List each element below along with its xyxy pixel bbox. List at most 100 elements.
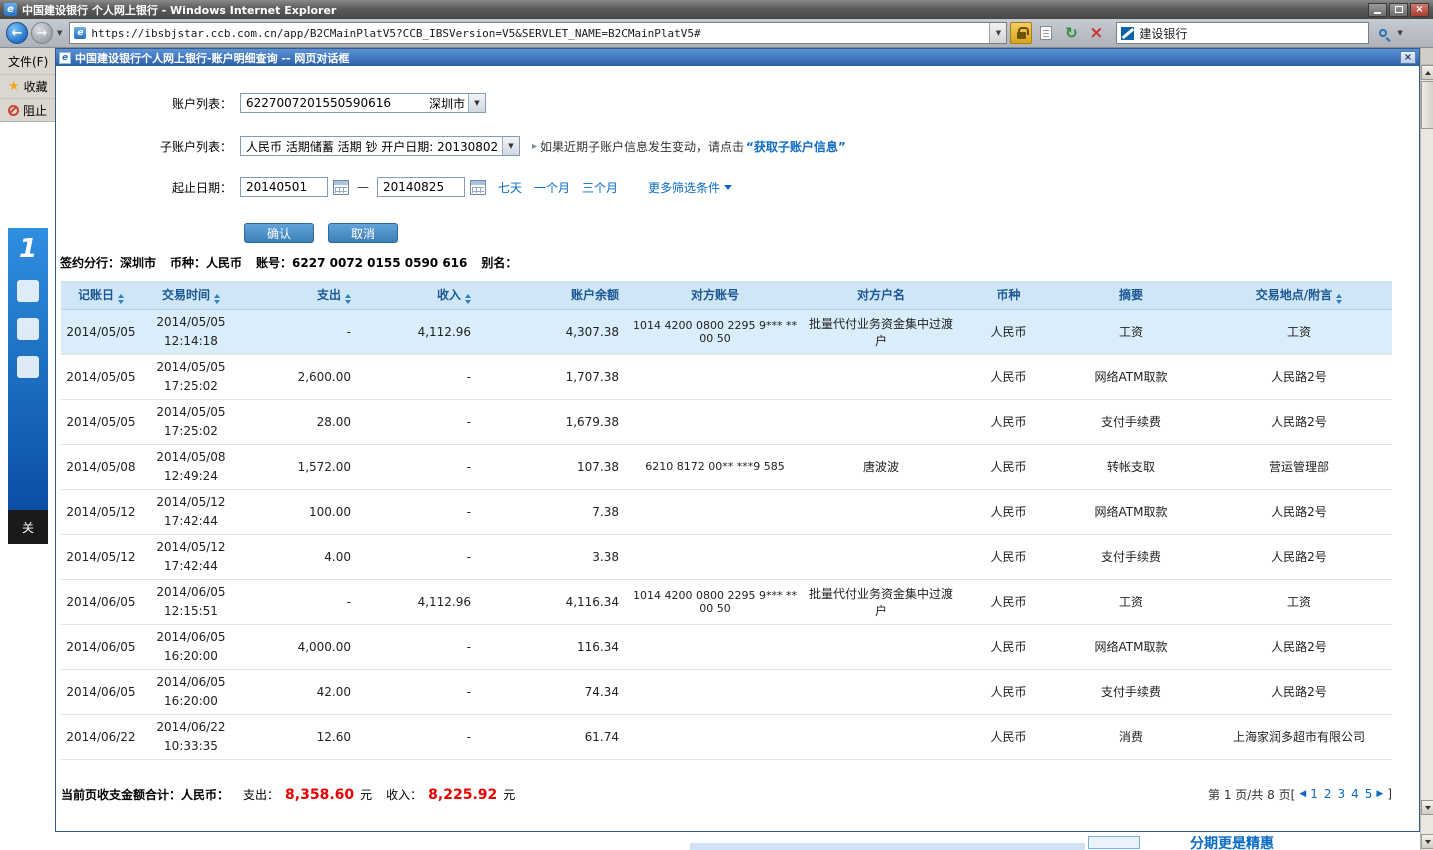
banner-glyph [17, 356, 39, 378]
cell-date: 2014/06/05 [61, 579, 141, 624]
page-link[interactable]: 1 [1310, 787, 1318, 801]
dropdown-arrow-icon[interactable]: ▼ [502, 137, 519, 155]
banner-glyph [17, 280, 39, 302]
transaction-row[interactable]: 2014/05/122014/05/1217:42:444.00-3.38人民币… [61, 534, 1392, 579]
scroll-down-button[interactable] [1421, 800, 1433, 815]
cell-summary: 网络ATM取款 [1056, 624, 1206, 669]
quick-range-links: 七天一个月三个月 [498, 179, 618, 196]
ad-close-button[interactable]: 关 [8, 510, 48, 544]
more-filters-link[interactable]: 更多筛选条件 [648, 179, 732, 196]
cell-date: 2014/06/05 [61, 624, 141, 669]
column-header[interactable]: 记账日 [61, 281, 141, 309]
transaction-row[interactable]: 2014/06/052014/06/0512:15:51-4,112.964,1… [61, 579, 1392, 624]
cell-balance: 3.38 [481, 534, 629, 579]
cell-time: 2014/05/1217:42:44 [141, 489, 241, 534]
dropdown-arrow-icon[interactable]: ▼ [468, 94, 485, 112]
minimize-button[interactable] [1368, 3, 1387, 17]
maximize-button[interactable] [1389, 3, 1408, 17]
cell-in: - [361, 669, 481, 714]
subaccount-select[interactable]: 人民币 活期储蓄 活期 钞 开户日期: 20130802 ▼ [240, 136, 520, 156]
prev-page-button[interactable]: ◀ [1299, 789, 1306, 799]
transaction-row[interactable]: 2014/05/052014/05/0517:25:022,600.00-1,7… [61, 354, 1392, 399]
page-scroll-down-button[interactable] [1421, 834, 1433, 849]
next-page-button[interactable]: ▶ [1376, 789, 1383, 799]
account-select[interactable]: 6227007201550590616 深圳市 ▼ [240, 93, 486, 113]
transaction-row[interactable]: 2014/05/122014/05/1217:42:44100.00-7.38人… [61, 489, 1392, 534]
page-link[interactable]: 3 [1337, 787, 1345, 801]
confirm-button[interactable]: 确认 [244, 223, 314, 243]
ad-banner[interactable]: 1 [8, 228, 48, 510]
close-button[interactable]: × [1410, 3, 1429, 17]
totals-label: 当前页收支金额合计：人民币： [61, 786, 229, 803]
calendar-icon[interactable] [333, 180, 349, 195]
column-header[interactable]: 交易地点/附言 [1206, 281, 1392, 309]
column-header[interactable]: 收入 [361, 281, 481, 309]
sort-icon[interactable] [465, 294, 471, 304]
subaccount-hint: 如果近期子账户信息发生变动，请点击 [540, 138, 744, 155]
calendar-icon[interactable] [470, 180, 486, 195]
favorites-bar: ★ 收藏 [0, 74, 55, 98]
cell-counter_name [801, 624, 961, 669]
form-buttons: 确认 取消 [244, 223, 1419, 243]
back-button[interactable]: ← [6, 22, 28, 44]
search-text[interactable]: 建设银行 [1139, 25, 1187, 42]
search-box[interactable]: 建设银行 [1116, 22, 1369, 44]
account-info-line: 签约分行：深圳市币种：人民币账号：6227 0072 0155 0590 616… [60, 254, 1419, 270]
dialog-close-button[interactable]: × [1400, 51, 1416, 64]
transaction-row[interactable]: 2014/06/052014/06/0516:20:0042.00-74.34人… [61, 669, 1392, 714]
transaction-row[interactable]: 2014/05/052014/05/0512:14:18-4,112.964,3… [61, 309, 1392, 354]
refresh-button[interactable]: ↻ [1060, 22, 1082, 44]
stop-button[interactable]: × [1085, 22, 1107, 44]
page-link[interactable]: 5 [1365, 787, 1373, 801]
dialog-scrollbar[interactable] [1420, 48, 1433, 850]
url-text[interactable]: https://ibsbjstar.ccb.com.cn/app/B2CMain… [91, 27, 989, 40]
dialog-titlebar: e 中国建设银行个人网上银行-账户明细查询 -- 网页对话框 × [56, 49, 1419, 66]
cell-in: - [361, 399, 481, 444]
cell-place: 人民路2号 [1206, 489, 1392, 534]
quick-range-link[interactable]: 三个月 [582, 179, 618, 196]
transaction-row[interactable]: 2014/06/222014/06/2210:33:3512.60-61.74人… [61, 714, 1392, 759]
cell-in: - [361, 534, 481, 579]
page-link[interactable]: 2 [1324, 787, 1332, 801]
search-dropdown-icon[interactable]: ▼ [1397, 29, 1402, 37]
ssl-lock-icon[interactable] [1010, 22, 1032, 44]
search-icon[interactable] [1372, 22, 1394, 44]
totals-line: 当前页收支金额合计：人民币： 支出： 8,358.60 元 收入： 8,225.… [61, 786, 515, 803]
refresh-subaccount-link[interactable]: “获取子账户信息” [746, 138, 846, 155]
window-titlebar: e 中国建设银行 个人网上银行 - Windows Internet Explo… [0, 0, 1433, 19]
account-info-part: 账号：6227 0072 0155 0590 616 [256, 254, 467, 271]
cell-date: 2014/05/12 [61, 489, 141, 534]
cancel-button[interactable]: 取消 [328, 223, 398, 243]
menu-bar: 文件(F) [0, 48, 55, 74]
cell-place: 工资 [1206, 309, 1392, 354]
forward-button[interactable]: → [31, 22, 53, 44]
address-bar[interactable]: e https://ibsbjstar.ccb.com.cn/app/B2CMa… [69, 22, 1007, 44]
block-label[interactable]: 阻止 [23, 102, 47, 119]
cell-currency: 人民币 [961, 399, 1056, 444]
page-link[interactable]: 4 [1351, 787, 1359, 801]
sort-icon[interactable] [118, 294, 124, 304]
sort-icon[interactable] [214, 294, 220, 304]
menu-file[interactable]: 文件(F) [8, 53, 48, 70]
transaction-row[interactable]: 2014/05/082014/05/0812:49:241,572.00-107… [61, 444, 1392, 489]
compatibility-view-icon[interactable] [1035, 22, 1057, 44]
scrollbar-thumb[interactable] [1421, 81, 1433, 129]
sort-icon[interactable] [345, 294, 351, 304]
quick-range-link[interactable]: 一个月 [534, 179, 570, 196]
start-date-input[interactable] [240, 177, 328, 197]
transaction-row[interactable]: 2014/05/052014/05/0517:25:0228.00-1,679.… [61, 399, 1392, 444]
cell-currency: 人民币 [961, 669, 1056, 714]
column-header[interactable]: 支出 [241, 281, 361, 309]
scroll-up-button[interactable] [1421, 65, 1433, 80]
favorites-label[interactable]: 收藏 [24, 78, 48, 95]
account-number: 6227007201550590616 [241, 96, 429, 110]
address-dropdown-icon[interactable]: ▼ [989, 23, 1006, 43]
cell-date: 2014/06/05 [61, 669, 141, 714]
sort-icon[interactable] [1336, 294, 1342, 304]
end-date-input[interactable] [377, 177, 465, 197]
column-header[interactable]: 交易时间 [141, 281, 241, 309]
quick-range-link[interactable]: 七天 [498, 179, 522, 196]
column-header: 账户余额 [481, 281, 629, 309]
transaction-row[interactable]: 2014/06/052014/06/0516:20:004,000.00-116… [61, 624, 1392, 669]
history-dropdown-icon[interactable]: ▼ [57, 29, 62, 37]
